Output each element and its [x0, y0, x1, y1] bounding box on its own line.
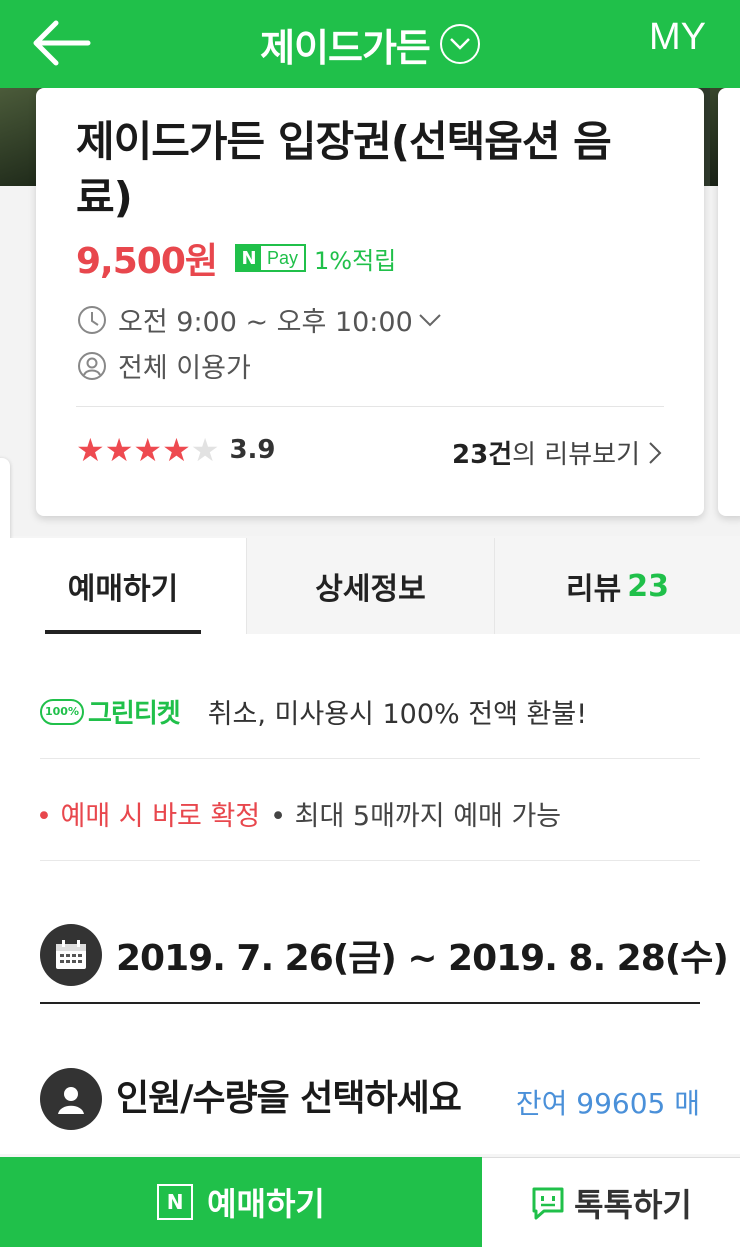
instant-confirm-notice: • 예매 시 바로 확정: [36, 801, 261, 832]
price-row: 9,500원 N Pay 1%적립: [76, 232, 396, 284]
header-title: 제이드가든: [260, 25, 431, 70]
person-icon: [78, 351, 106, 380]
tab-reviews[interactable]: 리뷰 23: [494, 538, 740, 634]
chat-bubble-icon: [532, 1187, 564, 1219]
remaining-count: 잔여 99605 매: [515, 1087, 700, 1120]
rating-value: 3.9: [229, 435, 276, 465]
tab-label: 예매하기: [67, 572, 179, 607]
npay-logo-text: Pay: [267, 247, 299, 268]
product-price: 9,500원: [76, 241, 218, 282]
divider: [40, 1002, 700, 1004]
npay-n-icon: N: [237, 246, 261, 270]
booking-panel: 100% 그린티켓 취소, 미사용시 100% 전액 환불! • 예매 시 바로…: [0, 634, 740, 1154]
green-ticket-logo: 100% 그린티켓: [40, 693, 181, 730]
chevron-right-icon: [649, 441, 662, 464]
back-arrow-icon: [33, 20, 91, 66]
chevron-down-icon: [439, 24, 480, 64]
star-icon: ★: [162, 431, 191, 469]
green-ticket-badge: 100%: [40, 698, 84, 725]
notice-row: • 예매 시 바로 확정 • 최대 5매까지 예매 가능: [36, 794, 561, 833]
divider: [76, 406, 664, 407]
user-circle-icon: [40, 1068, 102, 1130]
divider: [40, 860, 700, 861]
talktalk-button[interactable]: 톡톡하기: [482, 1157, 740, 1247]
tab-booking[interactable]: 예매하기: [0, 538, 246, 634]
green-ticket-label: 그린티켓: [88, 699, 181, 729]
book-button-label: 예매하기: [207, 1185, 325, 1223]
star-icon: ★: [190, 431, 220, 469]
divider: [40, 758, 700, 759]
green-ticket-row: 100% 그린티켓 취소, 미사용시 100% 전액 환불!: [40, 692, 587, 731]
tab-label: 상세정보: [315, 572, 426, 607]
back-button[interactable]: [30, 18, 92, 68]
hours-dropdown[interactable]: 오전 9:00 ~ 오후 10:00: [76, 300, 443, 339]
refund-policy-text: 취소, 미사용시 100% 전액 환불!: [207, 699, 588, 730]
my-page-button[interactable]: MY: [649, 16, 706, 59]
chevron-down-icon: [419, 313, 441, 326]
date-selector[interactable]: 2019. 7. 26(금) ~ 2019. 8. 28(수): [40, 924, 729, 986]
naver-n-icon: N: [157, 1184, 194, 1220]
rating-row: ★ ★ ★ ★ ★ 3.9: [76, 434, 276, 466]
age-text: 전체 이용가: [118, 353, 251, 384]
star-icon: ★: [133, 431, 163, 469]
tab-details[interactable]: 상세정보: [246, 538, 494, 634]
review-link[interactable]: 23건 의 리뷰보기: [452, 434, 664, 471]
npay-logo: N Pay: [235, 244, 307, 272]
tab-bar: 예매하기 상세정보 리뷰 23: [0, 538, 740, 634]
product-title: 제이드가든 입장권(선택옵션 음료): [76, 117, 612, 222]
age-row: 전체 이용가: [76, 346, 251, 385]
quantity-heading: 인원/수량을 선택하세요: [116, 1078, 462, 1119]
next-card-peek[interactable]: [718, 88, 740, 516]
hero-photo-left: [0, 88, 40, 186]
npay-reward: 1%적립: [314, 246, 397, 275]
review-count: 23건: [452, 440, 513, 470]
max-tickets-notice: • 최대 5매까지 예매 가능: [270, 801, 562, 832]
date-range: 2019. 7. 26(금) ~ 2019. 8. 28(수): [116, 938, 729, 979]
talktalk-label: 톡톡하기: [574, 1185, 692, 1224]
quantity-section: 인원/수량을 선택하세요: [40, 1068, 476, 1130]
star-icon: ★: [104, 431, 134, 469]
tab-review-count: 23: [627, 568, 669, 604]
header-title-dropdown[interactable]: 제이드가든: [260, 17, 480, 72]
calendar-icon: [40, 924, 102, 986]
clock-icon: [78, 305, 106, 334]
star-rating: ★ ★ ★ ★ ★: [76, 434, 219, 466]
tab-label: 리뷰: [566, 572, 622, 607]
top-header: 제이드가든 MY: [0, 0, 740, 88]
star-icon: ★: [76, 431, 105, 469]
hours-text: 오전 9:00 ~ 오후 10:00: [118, 307, 413, 338]
bottom-action-bar: N 예매하기 톡톡하기: [0, 1157, 740, 1247]
book-button[interactable]: N 예매하기: [0, 1157, 482, 1247]
review-link-text: 의 리뷰보기: [512, 440, 640, 470]
product-card: 제이드가든 입장권(선택옵션 음료) 9,500원 N Pay 1%적립 오전 …: [36, 88, 704, 516]
